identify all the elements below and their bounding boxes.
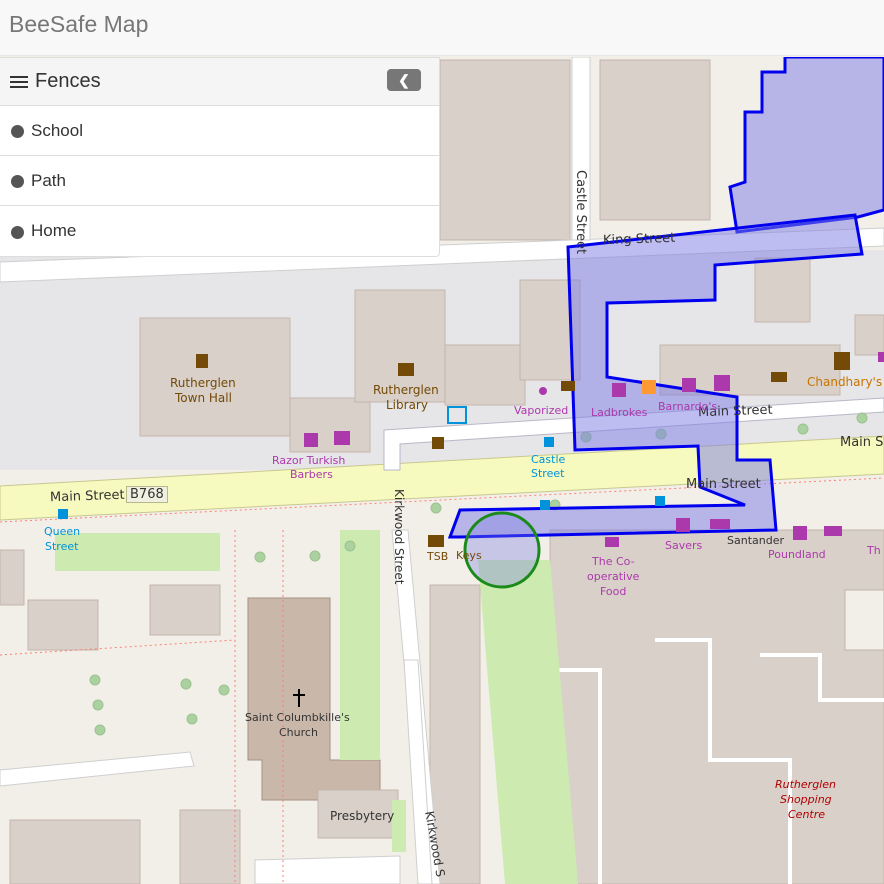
globe-icon [11, 125, 24, 138]
ladbrokes-label: Ladbrokes [591, 406, 648, 419]
presbytery-label: Presbytery [330, 809, 395, 823]
shopping-centre-label-3: Centre [788, 808, 826, 821]
main-street-lower-label: Main Street [686, 477, 761, 492]
fences-title-text: Fences [35, 70, 101, 92]
church-label-1: Saint Columbkille's [245, 711, 350, 724]
fence-item-label: Home [31, 221, 77, 240]
tsb-label: TSB [427, 550, 449, 563]
fence-item-path[interactable]: Path [0, 156, 439, 206]
castle-stop-label-2: Street [531, 467, 565, 480]
town-hall-label-2: Town Hall [175, 391, 232, 405]
main-street-east-label: Main St [840, 435, 884, 450]
church-label-2: Church [279, 726, 318, 739]
list-icon [10, 75, 28, 89]
castle-stop-label-1: Castle [531, 453, 566, 466]
fences-panel-title: Fences [10, 70, 101, 93]
globe-icon [11, 175, 24, 188]
collapse-panel-button[interactable]: ❮ [387, 69, 421, 91]
barnardos-label: Barnardo's [658, 400, 718, 413]
chevron-left-icon: ❮ [398, 72, 410, 88]
fence-item-label: Path [31, 170, 66, 190]
library-label-1: Rutherglen [373, 383, 439, 397]
shopping-centre-label-2: Shopping [780, 793, 832, 806]
fences-panel: Fences ❮ School Path Home [0, 57, 440, 257]
b768-badge: B768 [126, 486, 168, 503]
kirkwood-street-label-1: Kirkwood Street [392, 489, 406, 585]
fence-item-school[interactable]: School [0, 106, 439, 156]
razor-label-2: Barbers [290, 468, 333, 481]
queen-street-label-2: Street [45, 540, 79, 553]
keys-label: Keys [456, 549, 482, 562]
razor-label-1: Razor Turkish [272, 454, 346, 467]
library-label-2: Library [386, 398, 428, 412]
coop-label-3: Food [600, 585, 627, 598]
shopping-centre-label-1: Rutherglen [775, 778, 836, 791]
globe-icon [11, 225, 24, 239]
chandharys-label: Chandhary's [807, 375, 883, 389]
poundland-label: Poundland [768, 548, 826, 561]
th-label: Th [867, 544, 881, 557]
main-street-west-label: Main Street [49, 487, 125, 506]
fences-panel-heading: Fences ❮ [0, 58, 439, 106]
savers-label: Savers [665, 539, 703, 552]
king-street-label: King Street [602, 230, 676, 249]
santander-label: Santander [727, 534, 784, 547]
app-title[interactable]: BeeSafe Map [9, 11, 148, 38]
castle-street-label: Castle Street [573, 170, 588, 255]
fence-item-home[interactable]: Home [0, 206, 439, 256]
vaporized-label: Vaporized [514, 404, 569, 417]
coop-label-2: operative [587, 570, 640, 583]
navbar: BeeSafe Map [0, 0, 884, 56]
queen-street-label-1: Queen [44, 525, 81, 538]
fence-item-label: School [31, 120, 83, 140]
town-hall-label-1: Rutherglen [170, 376, 236, 390]
coop-label-1: The Co- [592, 555, 635, 568]
